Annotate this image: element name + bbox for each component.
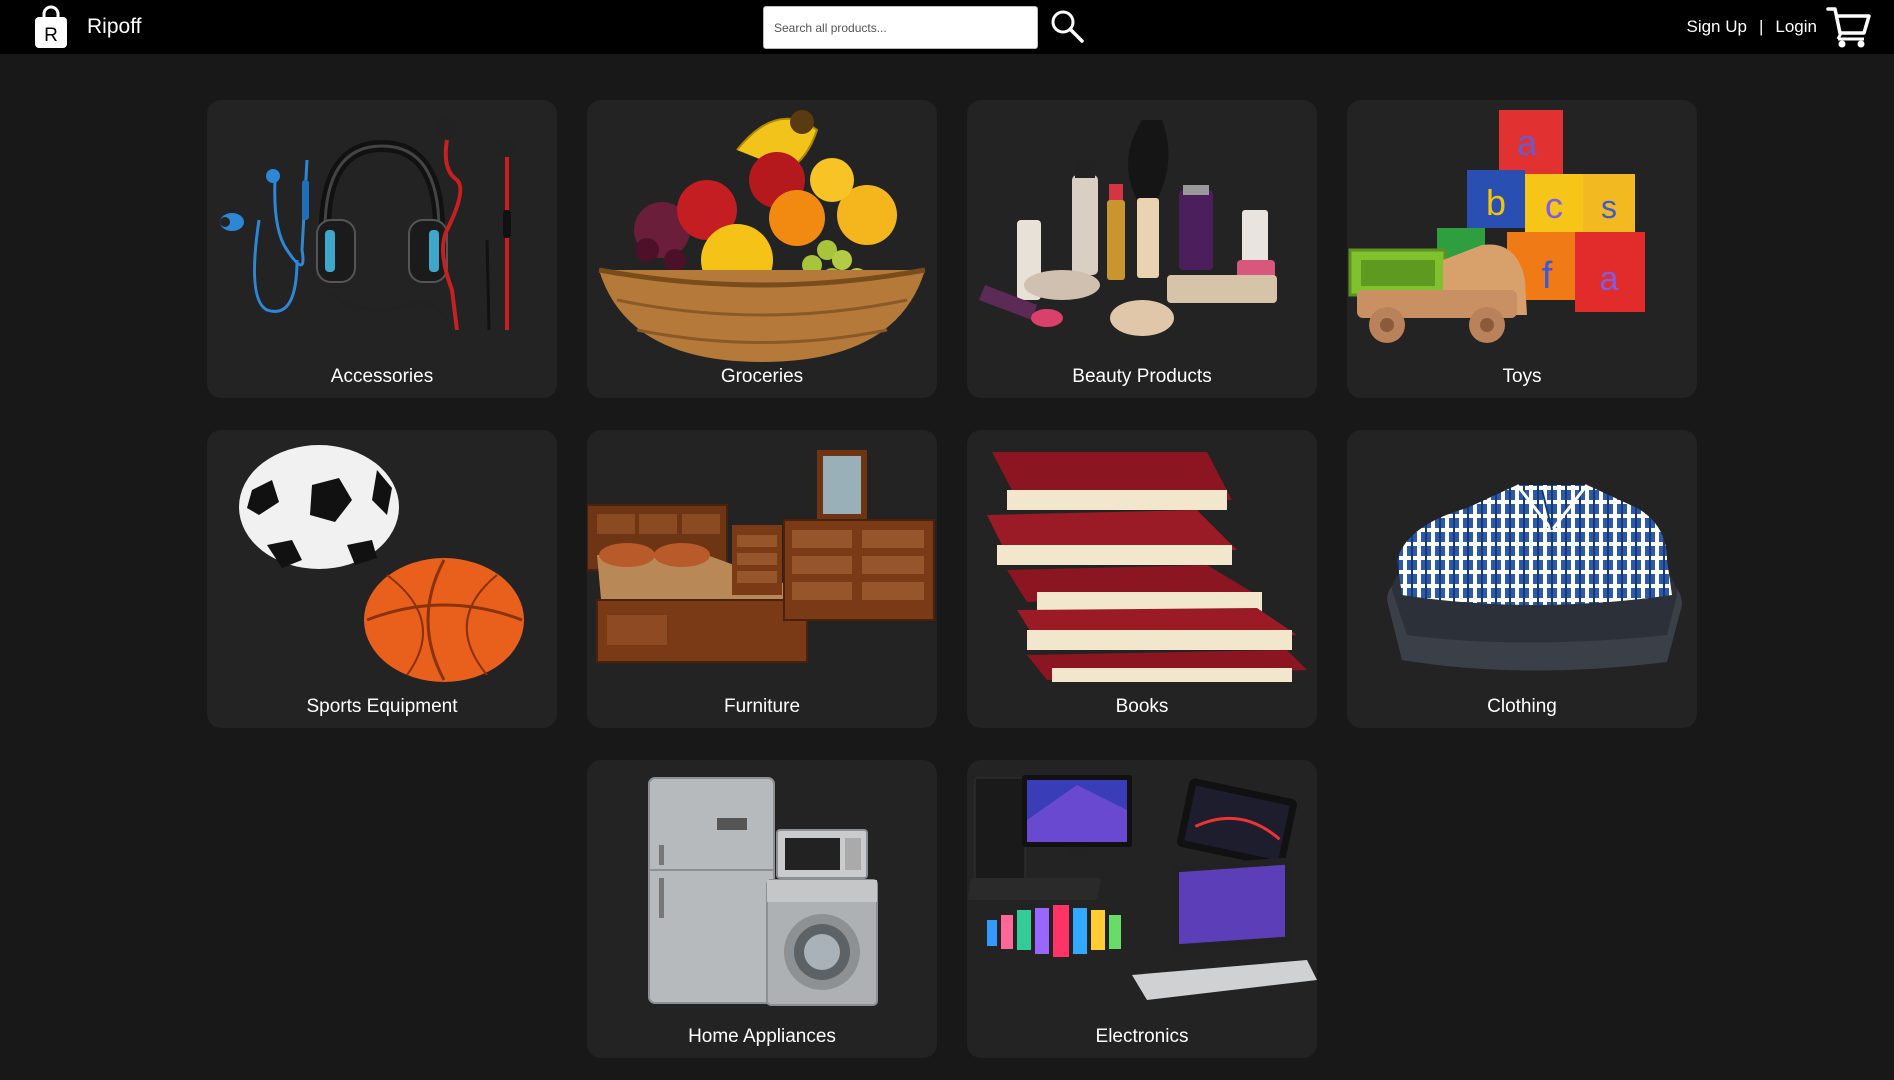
cosmetics-image [979, 120, 1277, 336]
books-image [987, 452, 1307, 682]
auth-separator: | [1758, 17, 1764, 36]
appliances-image [648, 777, 878, 1006]
search-icon[interactable] [1049, 8, 1085, 44]
svg-text:a: a [1600, 260, 1619, 298]
toy-blocks-image: a b c s f a [1348, 110, 1645, 343]
top-navigation-bar: R Ripoff Sign Up | Login [0, 0, 1894, 54]
category-label: Furniture [723, 696, 801, 717]
category-label: Toys [1502, 366, 1542, 387]
shopping-bag-icon: R [35, 5, 67, 48]
search-input[interactable] [763, 6, 1038, 49]
folded-shirts-image [1387, 484, 1682, 671]
shopping-cart-icon[interactable] [1826, 3, 1872, 49]
category-card-electronics[interactable]: Electronics [967, 760, 1317, 1058]
svg-text:f: f [1542, 255, 1553, 297]
svg-text:b: b [1486, 182, 1506, 223]
login-link[interactable]: Login [1775, 17, 1817, 37]
category-card-home-appliances[interactable]: Home Appliances [587, 760, 937, 1058]
svg-text:a: a [1517, 122, 1538, 163]
sign-up-link[interactable]: Sign Up [1686, 17, 1746, 37]
category-label: Sports Equipment [306, 696, 458, 717]
brand-name: Ripoff [87, 15, 142, 38]
category-label: Electronics [1095, 1026, 1189, 1047]
category-card-books[interactable]: Books [967, 430, 1317, 728]
brand[interactable]: R Ripoff [33, 5, 141, 49]
category-label: Groceries [720, 366, 804, 387]
category-card-toys[interactable]: a b c s f a Toys [1347, 100, 1697, 398]
logo-letter: R [44, 25, 58, 46]
fruit-basket-image [598, 110, 926, 362]
category-label: Accessories [330, 366, 434, 387]
category-label: Books [1115, 696, 1169, 717]
category-card-beauty-products[interactable]: Beauty Products [967, 100, 1317, 398]
category-label: Beauty Products [1072, 366, 1212, 387]
category-card-groceries[interactable]: Groceries [587, 100, 937, 398]
category-label: Home Appliances [688, 1026, 836, 1047]
headphones-image [220, 118, 516, 331]
svg-text:s: s [1601, 189, 1617, 225]
auth-links: Sign Up | Login [1686, 0, 1817, 54]
bedroom-set-image [587, 450, 935, 663]
category-card-clothing[interactable]: Clothing [1347, 430, 1697, 728]
category-card-furniture[interactable]: Furniture [587, 430, 937, 728]
category-card-accessories[interactable]: Accessories [207, 100, 557, 398]
electronics-image [967, 775, 1317, 1000]
balls-image [239, 445, 524, 682]
category-label: Clothing [1487, 696, 1557, 717]
svg-text:c: c [1545, 185, 1563, 226]
category-card-sports-equipment[interactable]: Sports Equipment [207, 430, 557, 728]
